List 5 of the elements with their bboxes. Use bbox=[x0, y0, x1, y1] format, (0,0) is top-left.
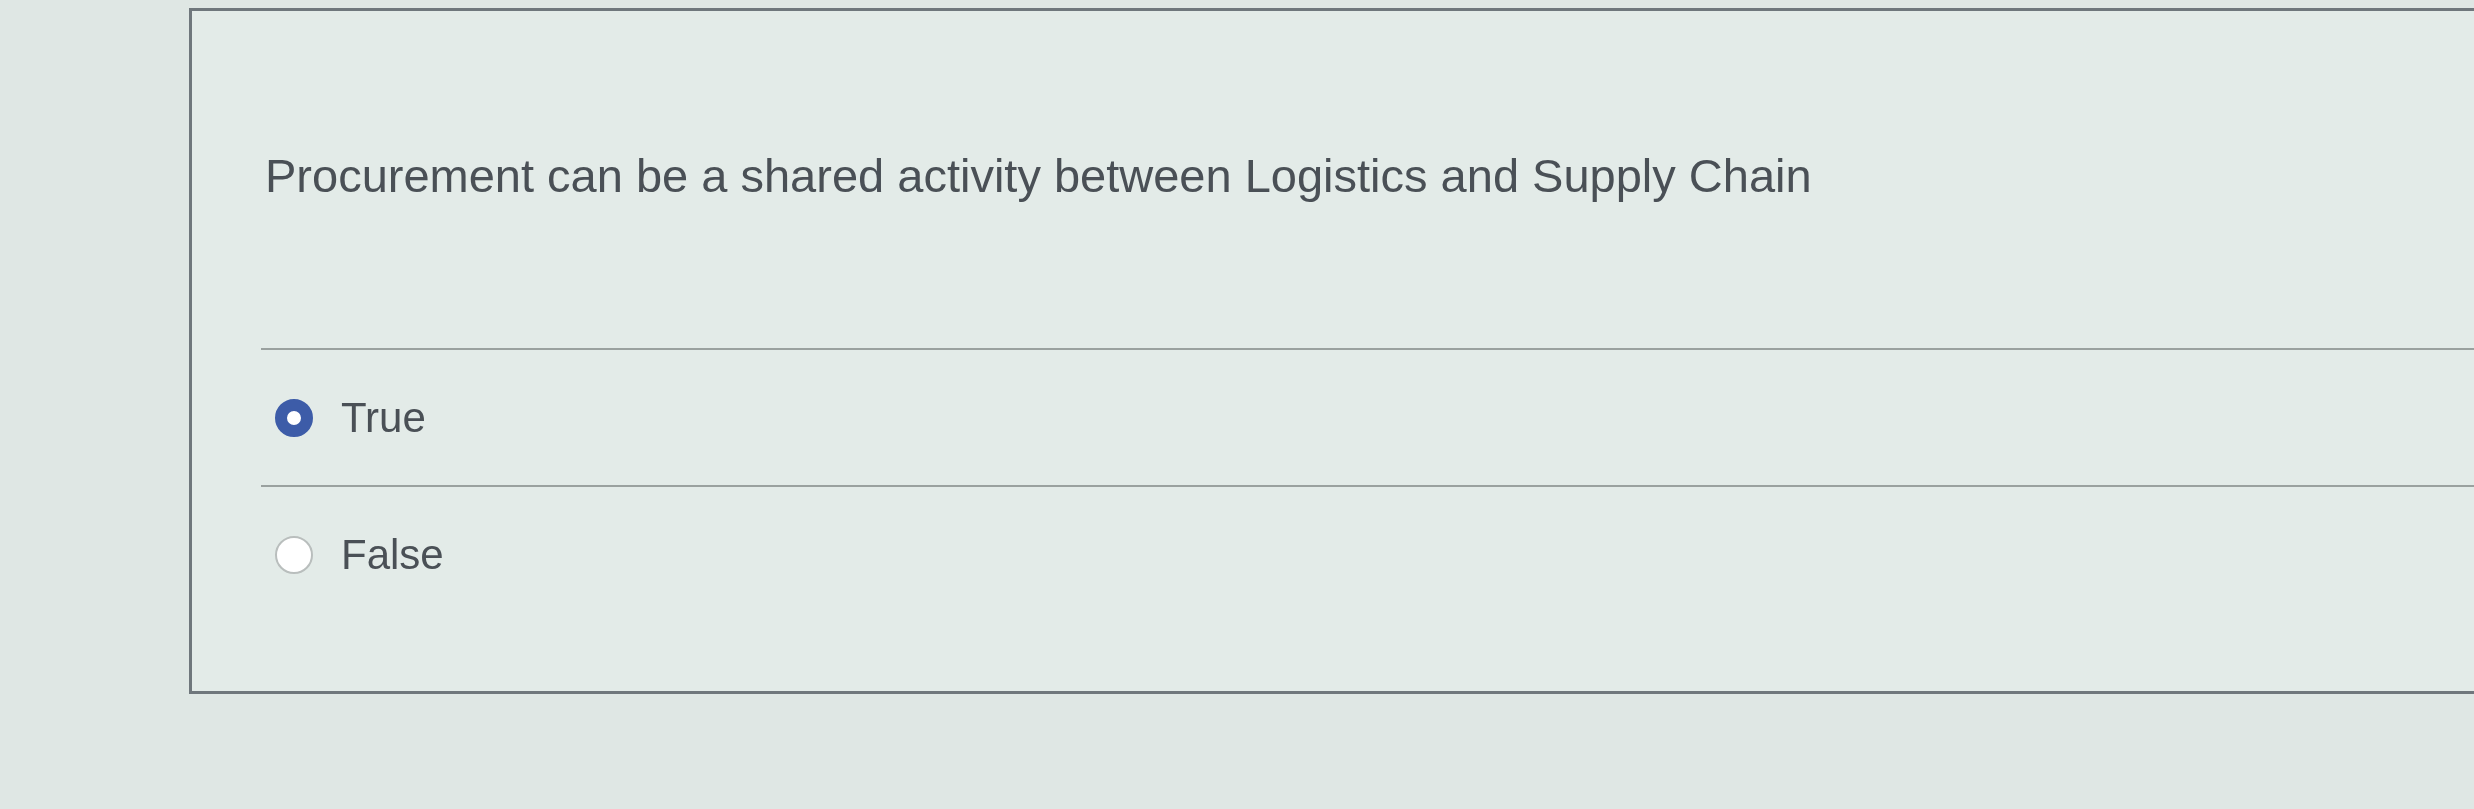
radio-button[interactable] bbox=[275, 398, 313, 437]
radio-button[interactable] bbox=[275, 535, 313, 574]
option-label[interactable]: True bbox=[341, 392, 426, 443]
question-text: Procurement can be a shared activity between Logistics and Supply Chain bbox=[265, 148, 1812, 204]
option-label[interactable]: False bbox=[341, 529, 444, 580]
